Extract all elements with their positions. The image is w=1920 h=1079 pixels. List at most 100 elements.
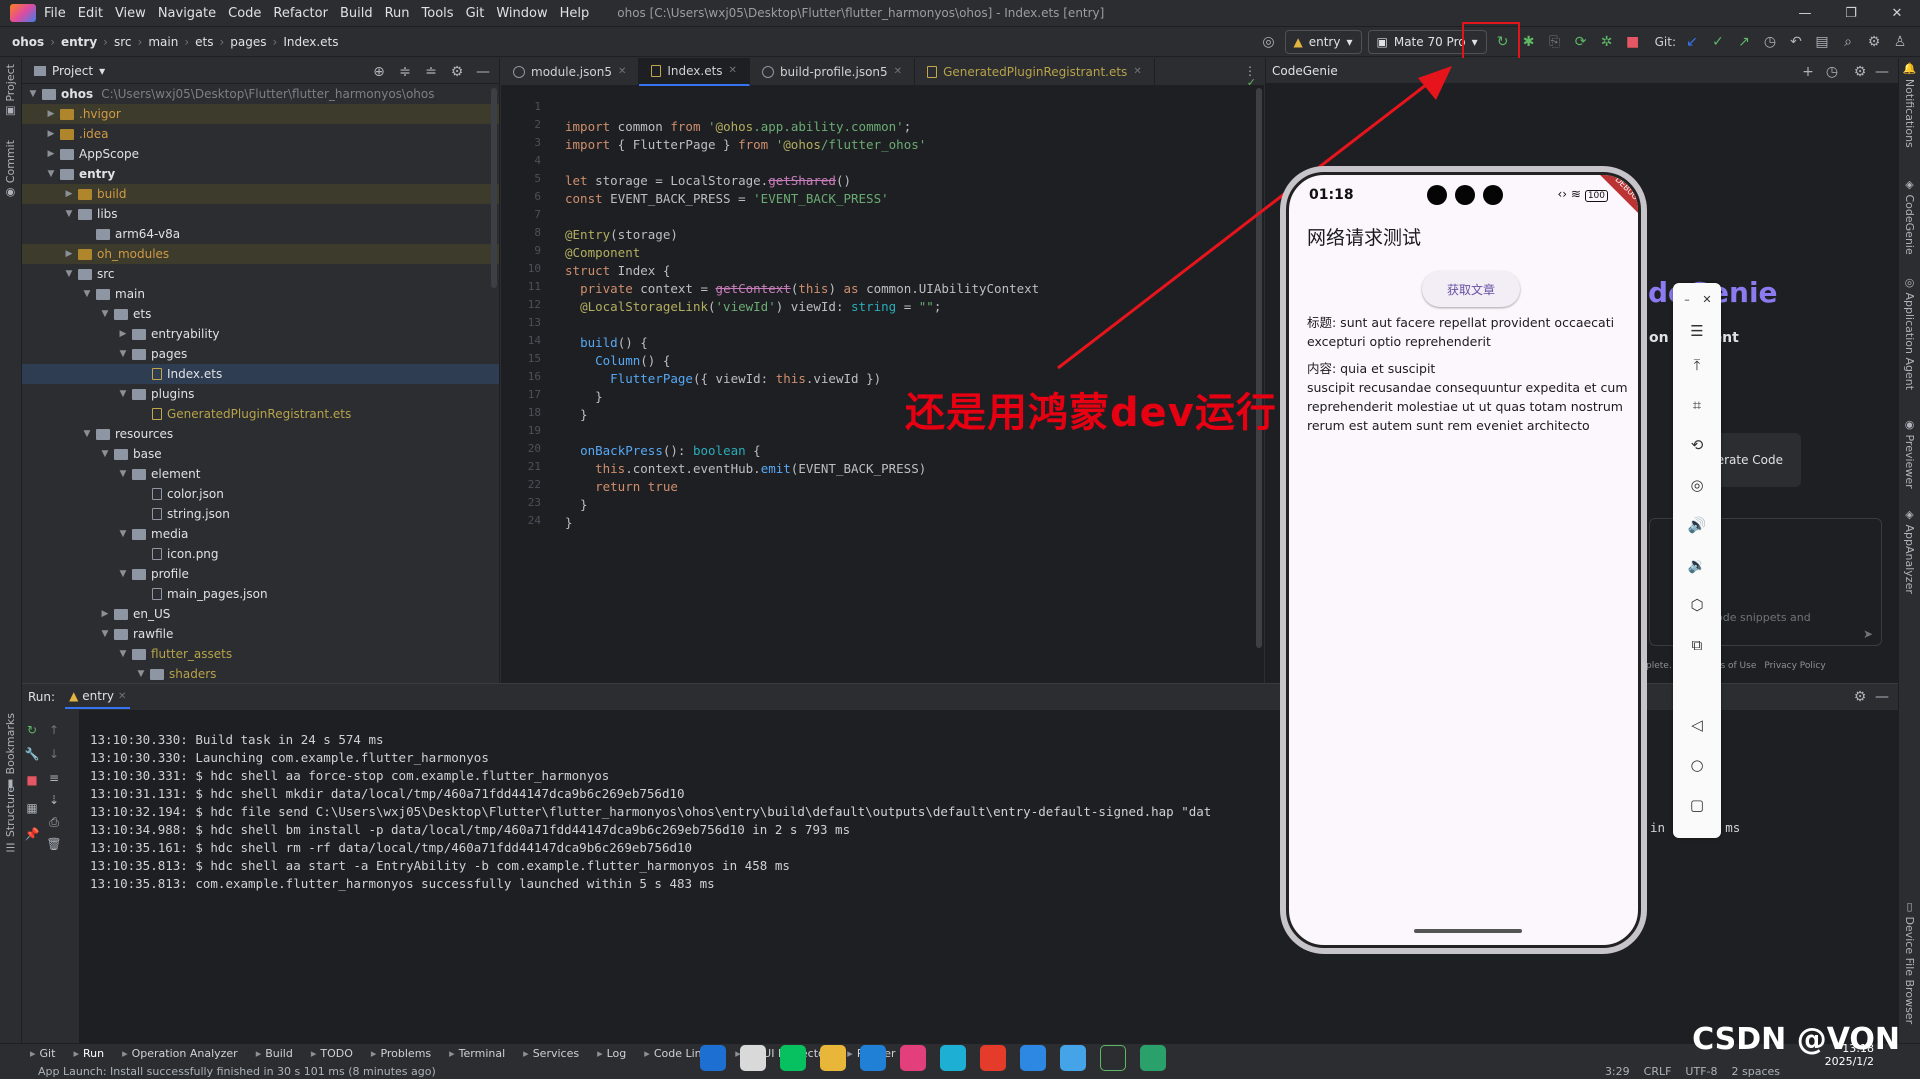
wechat-icon[interactable] bbox=[780, 1045, 806, 1071]
tree-row[interactable]: ▶ .hvigor bbox=[22, 104, 499, 124]
tree-row[interactable]: Index.ets bbox=[22, 364, 499, 384]
intellij-icon[interactable] bbox=[900, 1045, 926, 1071]
chevron-right-icon[interactable]: ▶ bbox=[44, 109, 58, 119]
hide-icon[interactable]: — bbox=[1872, 687, 1892, 707]
tree-row[interactable]: ▶ build bbox=[22, 184, 499, 204]
chevron-down-icon[interactable]: ▼ bbox=[62, 269, 76, 279]
chevron-right-icon[interactable]: ▶ bbox=[116, 329, 130, 339]
stop-icon[interactable]: ■ bbox=[1623, 32, 1643, 52]
chevron-right-icon[interactable]: ▶ bbox=[44, 149, 58, 159]
hide-icon[interactable]: — bbox=[1872, 62, 1892, 82]
taskview-icon[interactable] bbox=[740, 1045, 766, 1071]
tree-root[interactable]: ▼ ohos C:\Users\wxj05\Desktop\Flutter\fl… bbox=[22, 84, 499, 104]
tool-notifications[interactable]: 🔔 Notifications bbox=[1903, 62, 1916, 148]
menu-item-help[interactable]: Help bbox=[560, 6, 590, 21]
account-icon[interactable]: ♙ bbox=[1890, 32, 1910, 52]
breadcrumb-item[interactable]: ohos bbox=[12, 35, 44, 49]
breadcrumb-item[interactable]: entry bbox=[61, 35, 97, 49]
menu-item-run[interactable]: Run bbox=[385, 6, 410, 21]
tree-row[interactable]: ▼ base bbox=[22, 444, 499, 464]
tree-row[interactable]: ▼ main bbox=[22, 284, 499, 304]
profile-icon[interactable]: ✲ bbox=[1597, 32, 1617, 52]
send-icon[interactable]: ➤ bbox=[1863, 627, 1873, 641]
minimize-icon[interactable]: — bbox=[1782, 0, 1828, 27]
tree-row[interactable]: ▼ pages bbox=[22, 344, 499, 364]
indent-setting[interactable]: 2 spaces bbox=[1732, 1065, 1781, 1078]
breadcrumb-item[interactable]: ets bbox=[195, 35, 213, 49]
scroll-up-icon[interactable]: ↑ bbox=[46, 722, 62, 738]
editor-tab[interactable]: build-profile.json5 ✕ bbox=[750, 57, 916, 86]
tool-appanalyzer[interactable]: ◈ AppAnalyzer bbox=[1903, 508, 1916, 594]
tool-window-log[interactable]: ▸ Log bbox=[597, 1047, 626, 1060]
collapse-all-icon[interactable]: ≐ bbox=[421, 62, 441, 82]
screenshot-icon[interactable]: ◎ bbox=[1687, 475, 1707, 495]
menu-item-build[interactable]: Build bbox=[340, 6, 373, 21]
minimize-icon[interactable]: – bbox=[1677, 289, 1697, 309]
project-scrollbar[interactable] bbox=[491, 88, 497, 288]
tool-project[interactable]: ▣ Project bbox=[4, 64, 17, 118]
settings-icon[interactable]: ⚙ bbox=[1864, 32, 1884, 52]
tool-commit[interactable]: ◉ Commit bbox=[4, 140, 17, 200]
chevron-down-icon[interactable]: ▼ bbox=[62, 209, 76, 219]
maximize-icon[interactable]: ❐ bbox=[1828, 0, 1874, 27]
status-message[interactable]: App Launch: Install successfully finishe… bbox=[38, 1065, 436, 1078]
close-icon[interactable]: ✕ bbox=[618, 66, 626, 77]
tree-row[interactable]: ▶ AppScope bbox=[22, 144, 499, 164]
trash-icon[interactable]: 🗑 bbox=[46, 836, 62, 852]
breadcrumb-item[interactable]: Index.ets bbox=[283, 35, 338, 49]
tree-row[interactable]: ▼ entry bbox=[22, 164, 499, 184]
chevron-down-icon[interactable]: ▼ bbox=[26, 89, 40, 99]
messages-icon[interactable] bbox=[1140, 1045, 1166, 1071]
chevron-down-icon[interactable]: ▼ bbox=[98, 309, 112, 319]
chevron-down-icon[interactable]: ▼ bbox=[116, 349, 130, 359]
tool-window-services[interactable]: ▸ Services bbox=[523, 1047, 579, 1060]
chevron-right-icon[interactable]: ▶ bbox=[62, 189, 76, 199]
module-selector[interactable]: ▲ entry ▾ bbox=[1284, 30, 1362, 54]
caret-position[interactable]: 3:29 bbox=[1605, 1065, 1630, 1078]
settings-icon[interactable]: ⚙ bbox=[447, 62, 467, 82]
chevron-down-icon[interactable]: ▼ bbox=[98, 629, 112, 639]
top-icon[interactable]: ⤒ bbox=[1687, 355, 1707, 375]
locate-icon[interactable]: ⊕ bbox=[369, 62, 389, 82]
tool-application-agent[interactable]: ◎ Application Agent bbox=[1903, 276, 1916, 390]
layout-icon[interactable]: ▦ bbox=[24, 800, 40, 816]
debug-icon[interactable]: ✱ bbox=[1519, 32, 1539, 52]
tree-row[interactable]: ▼ src bbox=[22, 264, 499, 284]
explorer-icon[interactable] bbox=[820, 1045, 846, 1071]
volume-down-icon[interactable]: 🔉 bbox=[1687, 555, 1707, 575]
tool-window-problems[interactable]: ▸ Problems bbox=[371, 1047, 431, 1060]
tool-codegenie[interactable]: ◈ CodeGenie bbox=[1903, 178, 1916, 255]
menu-icon[interactable]: ☰ bbox=[1687, 321, 1707, 341]
tree-row[interactable]: ▼ ets bbox=[22, 304, 499, 324]
close-icon[interactable]: ✕ bbox=[1874, 0, 1920, 27]
target-icon[interactable]: ◎ bbox=[1259, 32, 1279, 52]
tree-row[interactable]: arm64-v8a bbox=[22, 224, 499, 244]
menu-item-window[interactable]: Window bbox=[496, 6, 547, 21]
git-commit-icon[interactable]: ✓ bbox=[1708, 32, 1728, 52]
apply-changes-icon[interactable]: ⟳ bbox=[1571, 32, 1591, 52]
chevron-down-icon[interactable]: ▼ bbox=[80, 429, 94, 439]
chevron-right-icon[interactable]: ▶ bbox=[62, 249, 76, 259]
menu-item-git[interactable]: Git bbox=[466, 6, 485, 21]
line-separator[interactable]: CRLF bbox=[1644, 1065, 1672, 1078]
tool-window-run[interactable]: ▸ Run bbox=[73, 1047, 104, 1060]
fetch-article-button[interactable]: 获取文章 bbox=[1422, 271, 1520, 307]
breadcrumb-item[interactable]: main bbox=[148, 35, 178, 49]
chevron-down-icon[interactable]: ▼ bbox=[134, 669, 148, 679]
chevron-down-icon[interactable]: ▼ bbox=[116, 649, 130, 659]
tool-structure[interactable]: ☰ Structure bbox=[4, 786, 17, 854]
close-icon[interactable]: ✕ bbox=[118, 691, 126, 702]
rollback-icon[interactable]: ↶ bbox=[1786, 32, 1806, 52]
chevron-down-icon[interactable]: ▼ bbox=[116, 529, 130, 539]
add-icon[interactable]: + bbox=[1798, 62, 1818, 82]
menu-item-navigate[interactable]: Navigate bbox=[158, 6, 216, 21]
chevron-down-icon[interactable]: ▾ bbox=[99, 64, 105, 78]
chevron-right-icon[interactable]: ▶ bbox=[98, 609, 112, 619]
menu-item-tools[interactable]: Tools bbox=[422, 6, 454, 21]
run-tab-entry[interactable]: ▲ entry ✕ bbox=[65, 685, 131, 709]
wrench-icon[interactable]: 🔧 bbox=[24, 746, 40, 762]
windows-start-icon[interactable] bbox=[700, 1045, 726, 1071]
tree-row[interactable]: GeneratedPluginRegistrant.ets bbox=[22, 404, 499, 424]
tool-device-file-browser[interactable]: ▯ Device File Browser bbox=[1903, 900, 1916, 1024]
tool-window-git[interactable]: ▸ Git bbox=[30, 1047, 55, 1060]
